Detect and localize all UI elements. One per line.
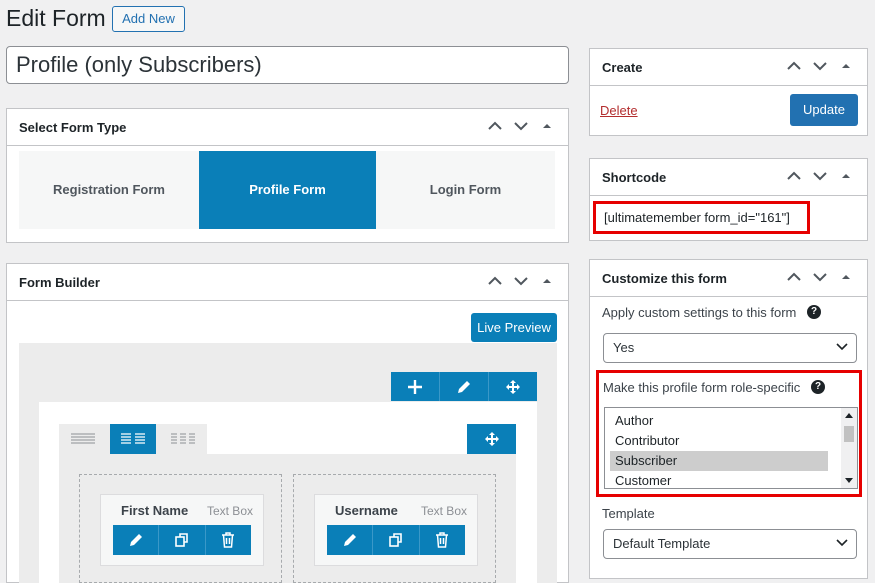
field-name: First Name	[121, 503, 189, 518]
create-box-title: Create	[602, 60, 643, 75]
move-row-icon[interactable]	[467, 424, 516, 454]
template-select[interactable]: Default Template	[603, 529, 857, 559]
collapse-icon[interactable]	[534, 117, 560, 137]
create-box-header: Create	[590, 49, 867, 86]
roles-listbox[interactable]: Author Contributor Subscriber Customer	[604, 407, 858, 489]
field-actions	[113, 525, 251, 555]
scroll-down-icon[interactable]	[845, 478, 853, 484]
list-item[interactable]: Contributor	[615, 431, 679, 451]
form-type-box: Select Form Type Registration Form Profi…	[6, 108, 569, 243]
edit-icon[interactable]	[327, 525, 374, 555]
create-box: Create Delete Update	[589, 48, 868, 136]
tab-registration-form[interactable]: Registration Form	[19, 151, 199, 229]
field-actions	[327, 525, 465, 555]
shortcode-box: Shortcode [ultimatemember form_id="161"]	[589, 158, 868, 241]
one-column-icon[interactable]	[59, 424, 107, 454]
collapse-icon[interactable]	[833, 268, 859, 288]
list-item[interactable]: Author	[615, 411, 653, 431]
scrollbar[interactable]	[841, 408, 857, 488]
duplicate-icon[interactable]	[373, 525, 420, 555]
move-up-icon[interactable]	[781, 167, 807, 187]
delete-icon[interactable]	[206, 525, 251, 555]
delete-icon[interactable]	[420, 525, 465, 555]
form-type-box-header: Select Form Type	[7, 109, 568, 146]
live-preview-button[interactable]: Live Preview	[471, 313, 557, 342]
add-new-button[interactable]: Add New	[112, 6, 185, 32]
move-down-icon[interactable]	[807, 57, 833, 77]
scrollbar-thumb[interactable]	[844, 426, 854, 442]
collapse-icon[interactable]	[833, 167, 859, 187]
row-toolbar	[391, 372, 537, 401]
list-item[interactable]: Customer	[615, 471, 671, 491]
form-builder-box-header: Form Builder	[7, 264, 568, 301]
move-up-icon[interactable]	[482, 272, 508, 292]
help-icon[interactable]: ?	[811, 380, 825, 394]
collapse-icon[interactable]	[833, 57, 859, 77]
three-column-icon[interactable]	[159, 424, 207, 454]
shortcode-box-header: Shortcode	[590, 159, 867, 196]
move-up-icon[interactable]	[781, 268, 807, 288]
update-button[interactable]: Update	[790, 94, 858, 126]
form-builder-box-title: Form Builder	[19, 275, 100, 290]
page-title: Edit Form	[6, 5, 106, 31]
builder-canvas: First Name Text Box Username Text Box	[19, 343, 557, 583]
apply-settings-value: Yes	[613, 340, 635, 355]
move-icon[interactable]	[489, 372, 537, 401]
add-icon[interactable]	[391, 372, 440, 401]
shortcode-text[interactable]: [ultimatemember form_id="161"]	[593, 201, 810, 234]
list-item-selected[interactable]: Subscriber	[610, 451, 828, 471]
chevron-down-icon	[836, 343, 848, 351]
edit-icon[interactable]	[113, 525, 160, 555]
columns-area: First Name Text Box Username Text Box	[59, 454, 516, 583]
chevron-down-icon	[836, 539, 848, 547]
customize-box-header: Customize this form	[590, 260, 867, 297]
move-down-icon[interactable]	[508, 117, 534, 137]
apply-settings-select[interactable]: Yes	[603, 333, 857, 363]
move-up-icon[interactable]	[482, 117, 508, 137]
scroll-up-icon[interactable]	[845, 412, 853, 418]
form-type-box-title: Select Form Type	[19, 120, 127, 135]
help-icon[interactable]: ?	[807, 305, 821, 319]
tab-login-form[interactable]: Login Form	[376, 151, 555, 229]
field-type: Text Box	[420, 504, 467, 518]
template-value: Default Template	[613, 536, 711, 551]
tab-profile-form[interactable]: Profile Form	[199, 151, 376, 229]
column-layout-tabs	[59, 424, 207, 454]
customize-box-title: Customize this form	[602, 271, 727, 286]
form-builder-box: Form Builder Live Preview First Name Tex…	[6, 263, 569, 583]
move-down-icon[interactable]	[807, 268, 833, 288]
duplicate-icon[interactable]	[159, 525, 206, 555]
field-username[interactable]: Username Text Box	[314, 494, 478, 566]
template-label: Template	[602, 506, 655, 521]
two-column-icon[interactable]	[110, 424, 156, 454]
role-specific-section: Make this profile form role-specific ? A…	[596, 370, 862, 497]
move-down-icon[interactable]	[508, 272, 534, 292]
field-type: Text Box	[206, 504, 253, 518]
edit-icon[interactable]	[440, 372, 489, 401]
collapse-icon[interactable]	[534, 272, 560, 292]
form-type-tabs: Registration Form Profile Form Login For…	[19, 151, 555, 229]
field-first-name[interactable]: First Name Text Box	[100, 494, 264, 566]
apply-settings-label: Apply custom settings to this form	[602, 305, 797, 320]
delete-link[interactable]: Delete	[600, 103, 638, 118]
builder-row: First Name Text Box Username Text Box	[39, 402, 537, 583]
move-up-icon[interactable]	[781, 57, 807, 77]
shortcode-box-title: Shortcode	[602, 170, 667, 185]
customize-box: Customize this form Apply custom setting…	[589, 259, 868, 579]
form-title-input[interactable]: Profile (only Subscribers)	[6, 46, 569, 84]
role-specific-label: Make this profile form role-specific	[603, 380, 801, 395]
field-name: Username	[335, 503, 398, 518]
move-down-icon[interactable]	[807, 167, 833, 187]
